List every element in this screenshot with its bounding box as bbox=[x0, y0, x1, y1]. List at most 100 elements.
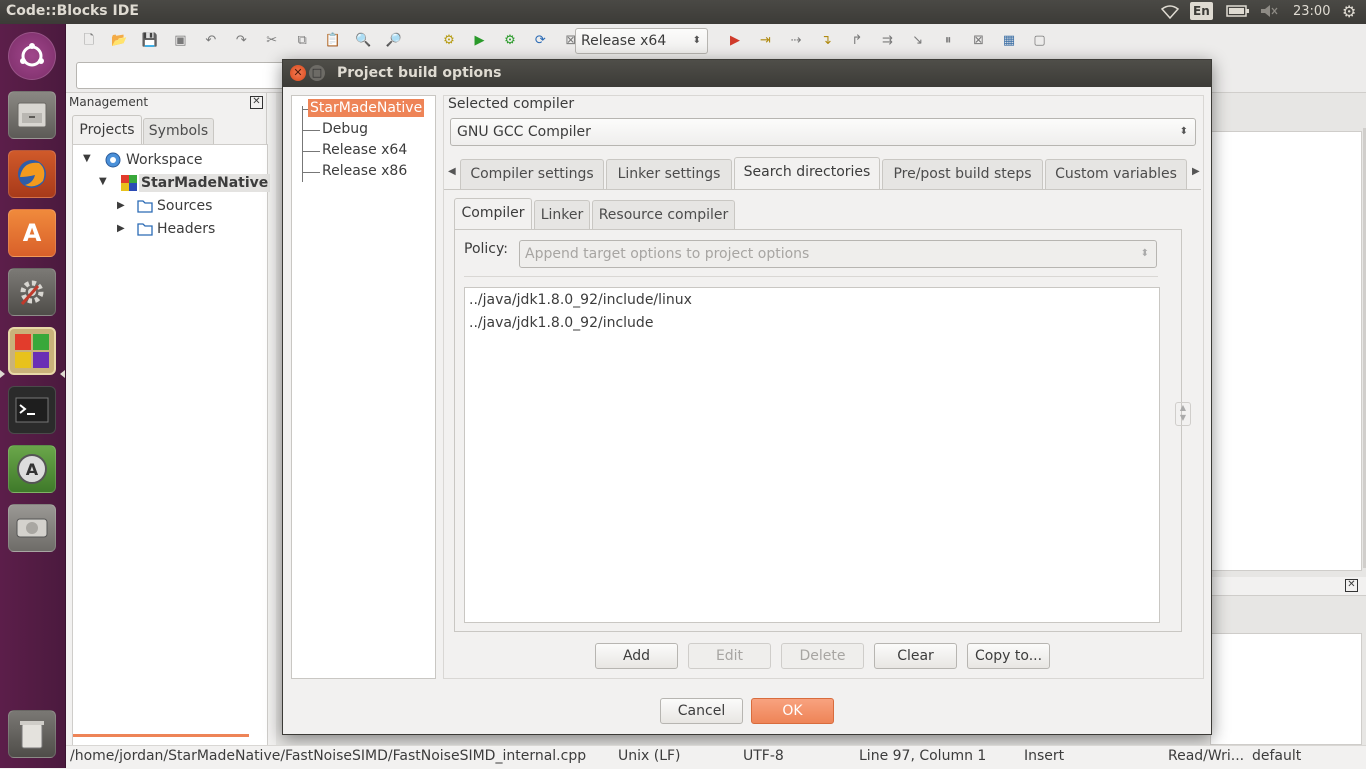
editor-pane[interactable] bbox=[1210, 131, 1362, 571]
new-file-icon[interactable]: 🗋 bbox=[78, 30, 100, 52]
tab-search-directories[interactable]: Search directories bbox=[734, 157, 880, 190]
run-icon[interactable]: ▶ bbox=[468, 30, 490, 52]
open-icon[interactable]: 📂 bbox=[108, 30, 130, 52]
tab-linker-settings[interactable]: Linker settings bbox=[606, 159, 732, 189]
save-all-icon[interactable]: ▣ bbox=[169, 30, 191, 52]
target-release-x86[interactable]: Release x86 bbox=[322, 163, 407, 179]
wifi-icon[interactable] bbox=[1160, 4, 1180, 24]
terminal-icon[interactable] bbox=[8, 386, 56, 434]
paste-icon[interactable]: 📋 bbox=[322, 30, 344, 52]
add-button[interactable]: Add bbox=[595, 643, 678, 669]
tree-workspace[interactable]: Workspace bbox=[126, 152, 203, 168]
software-center-icon[interactable]: A bbox=[8, 209, 56, 257]
logs-pane[interactable] bbox=[1210, 633, 1362, 745]
save-icon[interactable]: 💾 bbox=[139, 30, 161, 52]
build-target-select[interactable]: Release x64 ⬍ bbox=[575, 28, 708, 54]
battery-icon[interactable] bbox=[1226, 4, 1250, 22]
firefox-icon[interactable] bbox=[8, 150, 56, 198]
build-run-icon[interactable]: ⚙ bbox=[499, 30, 521, 52]
status-lang: default bbox=[1252, 748, 1302, 764]
disk-icon[interactable] bbox=[8, 504, 56, 552]
subtab-compiler[interactable]: Compiler bbox=[454, 198, 532, 230]
various-info-icon[interactable]: ▢ bbox=[1029, 30, 1051, 52]
file-manager-icon[interactable] bbox=[8, 91, 56, 139]
clock[interactable]: 23:00 bbox=[1293, 4, 1330, 19]
delete-button[interactable]: Delete bbox=[781, 643, 864, 669]
target-project[interactable]: StarMadeNative bbox=[308, 99, 425, 117]
expand-arrow-icon[interactable]: ▼ bbox=[99, 176, 107, 187]
undo-icon[interactable]: ↶ bbox=[200, 30, 222, 52]
ubuntu-logo-icon[interactable] bbox=[8, 32, 56, 80]
redo-icon[interactable]: ↷ bbox=[230, 30, 252, 52]
management-panel: Management ✕ Projects Symbols ▼ Workspac… bbox=[66, 93, 271, 746]
ok-button[interactable]: OK bbox=[751, 698, 834, 724]
compiler-select[interactable]: GNU GCC Compiler ⬍ bbox=[450, 118, 1196, 146]
tree-headers[interactable]: Headers bbox=[157, 221, 215, 237]
cancel-button[interactable]: Cancel bbox=[660, 698, 743, 724]
status-encoding: UTF-8 bbox=[743, 748, 784, 764]
edit-button[interactable]: Edit bbox=[688, 643, 771, 669]
target-release-x64[interactable]: Release x64 bbox=[322, 142, 407, 158]
subtab-resource-compiler[interactable]: Resource compiler bbox=[592, 200, 735, 230]
progress-accent bbox=[73, 734, 249, 737]
status-position: Line 97, Column 1 bbox=[859, 748, 987, 764]
find-icon[interactable]: 🔍 bbox=[352, 30, 374, 52]
gear-icon[interactable]: ⚙ bbox=[1342, 2, 1356, 21]
codeblocks-icon[interactable] bbox=[8, 327, 56, 375]
tree-project[interactable]: StarMadeNative bbox=[139, 174, 271, 192]
cut-icon[interactable]: ✂ bbox=[261, 30, 283, 52]
svg-text:A: A bbox=[26, 460, 39, 479]
directories-list[interactable]: ../java/jdk1.8.0_92/include/linux ../jav… bbox=[464, 287, 1160, 623]
keyboard-indicator[interactable]: En bbox=[1190, 2, 1213, 20]
software-updater-icon[interactable]: A bbox=[8, 445, 56, 493]
debug-icon[interactable]: ▶ bbox=[724, 30, 746, 52]
tab-symbols[interactable]: Symbols bbox=[143, 118, 214, 145]
system-settings-icon[interactable] bbox=[8, 268, 56, 316]
status-eol: Unix (LF) bbox=[618, 748, 681, 764]
pause-icon[interactable]: ⏸ bbox=[937, 30, 959, 52]
target-debug[interactable]: Debug bbox=[322, 121, 368, 137]
directory-item[interactable]: ../java/jdk1.8.0_92/include bbox=[469, 315, 653, 331]
tab-compiler-settings[interactable]: Compiler settings bbox=[460, 159, 604, 189]
next-instruction-icon[interactable]: ⇉ bbox=[876, 30, 898, 52]
rebuild-icon[interactable]: ⟳ bbox=[529, 30, 551, 52]
spin-arrows-icon: ⬍ bbox=[1179, 126, 1188, 137]
volume-icon[interactable] bbox=[1260, 4, 1278, 22]
tree-sources[interactable]: Sources bbox=[157, 198, 212, 214]
close-icon[interactable]: ✕ bbox=[290, 65, 306, 81]
stop-debug-icon[interactable]: ⊠ bbox=[968, 30, 990, 52]
next-line-icon[interactable]: ⇢ bbox=[785, 30, 807, 52]
compiler-value: GNU GCC Compiler bbox=[457, 124, 591, 140]
run-to-cursor-icon[interactable]: ⇥ bbox=[754, 30, 776, 52]
policy-select[interactable]: Append target options to project options… bbox=[519, 240, 1157, 268]
directory-item[interactable]: ../java/jdk1.8.0_92/include/linux bbox=[469, 292, 692, 308]
debug-windows-icon[interactable]: ▦ bbox=[998, 30, 1020, 52]
policy-label: Policy: bbox=[464, 241, 508, 257]
step-instruction-icon[interactable]: ↘ bbox=[907, 30, 929, 52]
tab-scroll-right-icon[interactable]: ▶ bbox=[1192, 166, 1200, 177]
trash-icon[interactable] bbox=[8, 710, 56, 758]
folder-icon bbox=[137, 199, 153, 217]
project-icon bbox=[121, 175, 137, 195]
maximize-icon[interactable]: □ bbox=[309, 65, 325, 81]
replace-icon[interactable]: 🔎 bbox=[383, 30, 405, 52]
collapse-arrow-icon[interactable]: ▶ bbox=[117, 200, 125, 211]
divider bbox=[464, 276, 1158, 277]
collapse-arrow-icon[interactable]: ▶ bbox=[117, 223, 125, 234]
step-into-icon[interactable]: ↴ bbox=[815, 30, 837, 52]
clear-button[interactable]: Clear bbox=[874, 643, 957, 669]
tab-pre-post-build[interactable]: Pre/post build steps bbox=[882, 159, 1043, 189]
scope-select[interactable] bbox=[76, 62, 286, 89]
close-icon[interactable]: ✕ bbox=[250, 96, 263, 109]
tab-projects[interactable]: Projects bbox=[72, 115, 142, 145]
tab-scroll-left-icon[interactable]: ◀ bbox=[448, 166, 456, 177]
reorder-spin-icon[interactable]: ▲ ▼ bbox=[1175, 402, 1191, 426]
step-out-icon[interactable]: ↱ bbox=[846, 30, 868, 52]
tab-custom-variables[interactable]: Custom variables bbox=[1045, 159, 1187, 189]
subtab-linker[interactable]: Linker bbox=[534, 200, 590, 230]
copy-icon[interactable]: ⧉ bbox=[291, 30, 313, 52]
build-icon[interactable]: ⚙ bbox=[438, 30, 460, 52]
expand-arrow-icon[interactable]: ▼ bbox=[83, 153, 91, 164]
close-icon[interactable]: ✕ bbox=[1345, 579, 1358, 592]
copy-to-button[interactable]: Copy to... bbox=[967, 643, 1050, 669]
